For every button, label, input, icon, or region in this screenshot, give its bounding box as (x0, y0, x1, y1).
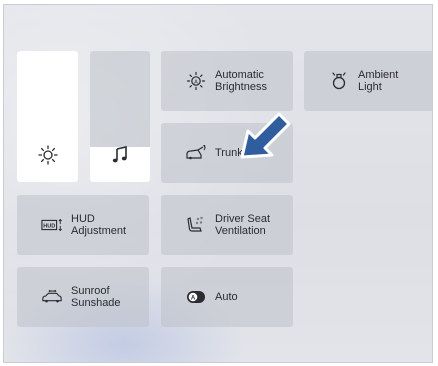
volume-slider[interactable] (90, 51, 150, 182)
auto-brightness-icon: A (185, 70, 207, 92)
automatic-brightness-label: Automatic Brightness (215, 69, 267, 93)
hud-icon: HUD (41, 214, 63, 236)
svg-text:HUD: HUD (43, 223, 55, 229)
ambient-light-icon (328, 70, 350, 92)
music-note-icon (112, 146, 128, 164)
svg-text:A: A (191, 295, 196, 301)
driver-seat-ventilation-label: Driver Seat Ventilation (215, 213, 271, 237)
ambient-light-label: Ambient Light (358, 69, 399, 93)
control-panel: A Automatic Brightness Ambient Light Tru… (3, 4, 433, 363)
svg-text:A: A (194, 79, 198, 85)
ambient-light-tile[interactable]: Ambient Light (304, 51, 432, 111)
driver-seat-ventilation-tile[interactable]: Driver Seat Ventilation (161, 195, 293, 255)
auto-tile[interactable]: A Auto (161, 267, 293, 327)
arrow-pointer-icon (238, 108, 294, 162)
sunroof-sunshade-tile[interactable]: Sunroof Sunshade (17, 267, 149, 327)
auto-toggle-icon: A (185, 286, 207, 308)
hud-adjustment-label: HUD Adjustment (71, 213, 127, 237)
hud-adjustment-tile[interactable]: HUD HUD Adjustment (17, 195, 149, 255)
automatic-brightness-tile[interactable]: A Automatic Brightness (161, 51, 293, 111)
seat-ventilation-icon (185, 214, 207, 236)
sunroof-icon (41, 286, 63, 308)
brightness-slider[interactable] (17, 51, 78, 182)
auto-label: Auto (215, 291, 238, 303)
trunk-icon (185, 142, 207, 164)
sun-icon (37, 145, 58, 165)
sunroof-sunshade-label: Sunroof Sunshade (71, 285, 121, 309)
